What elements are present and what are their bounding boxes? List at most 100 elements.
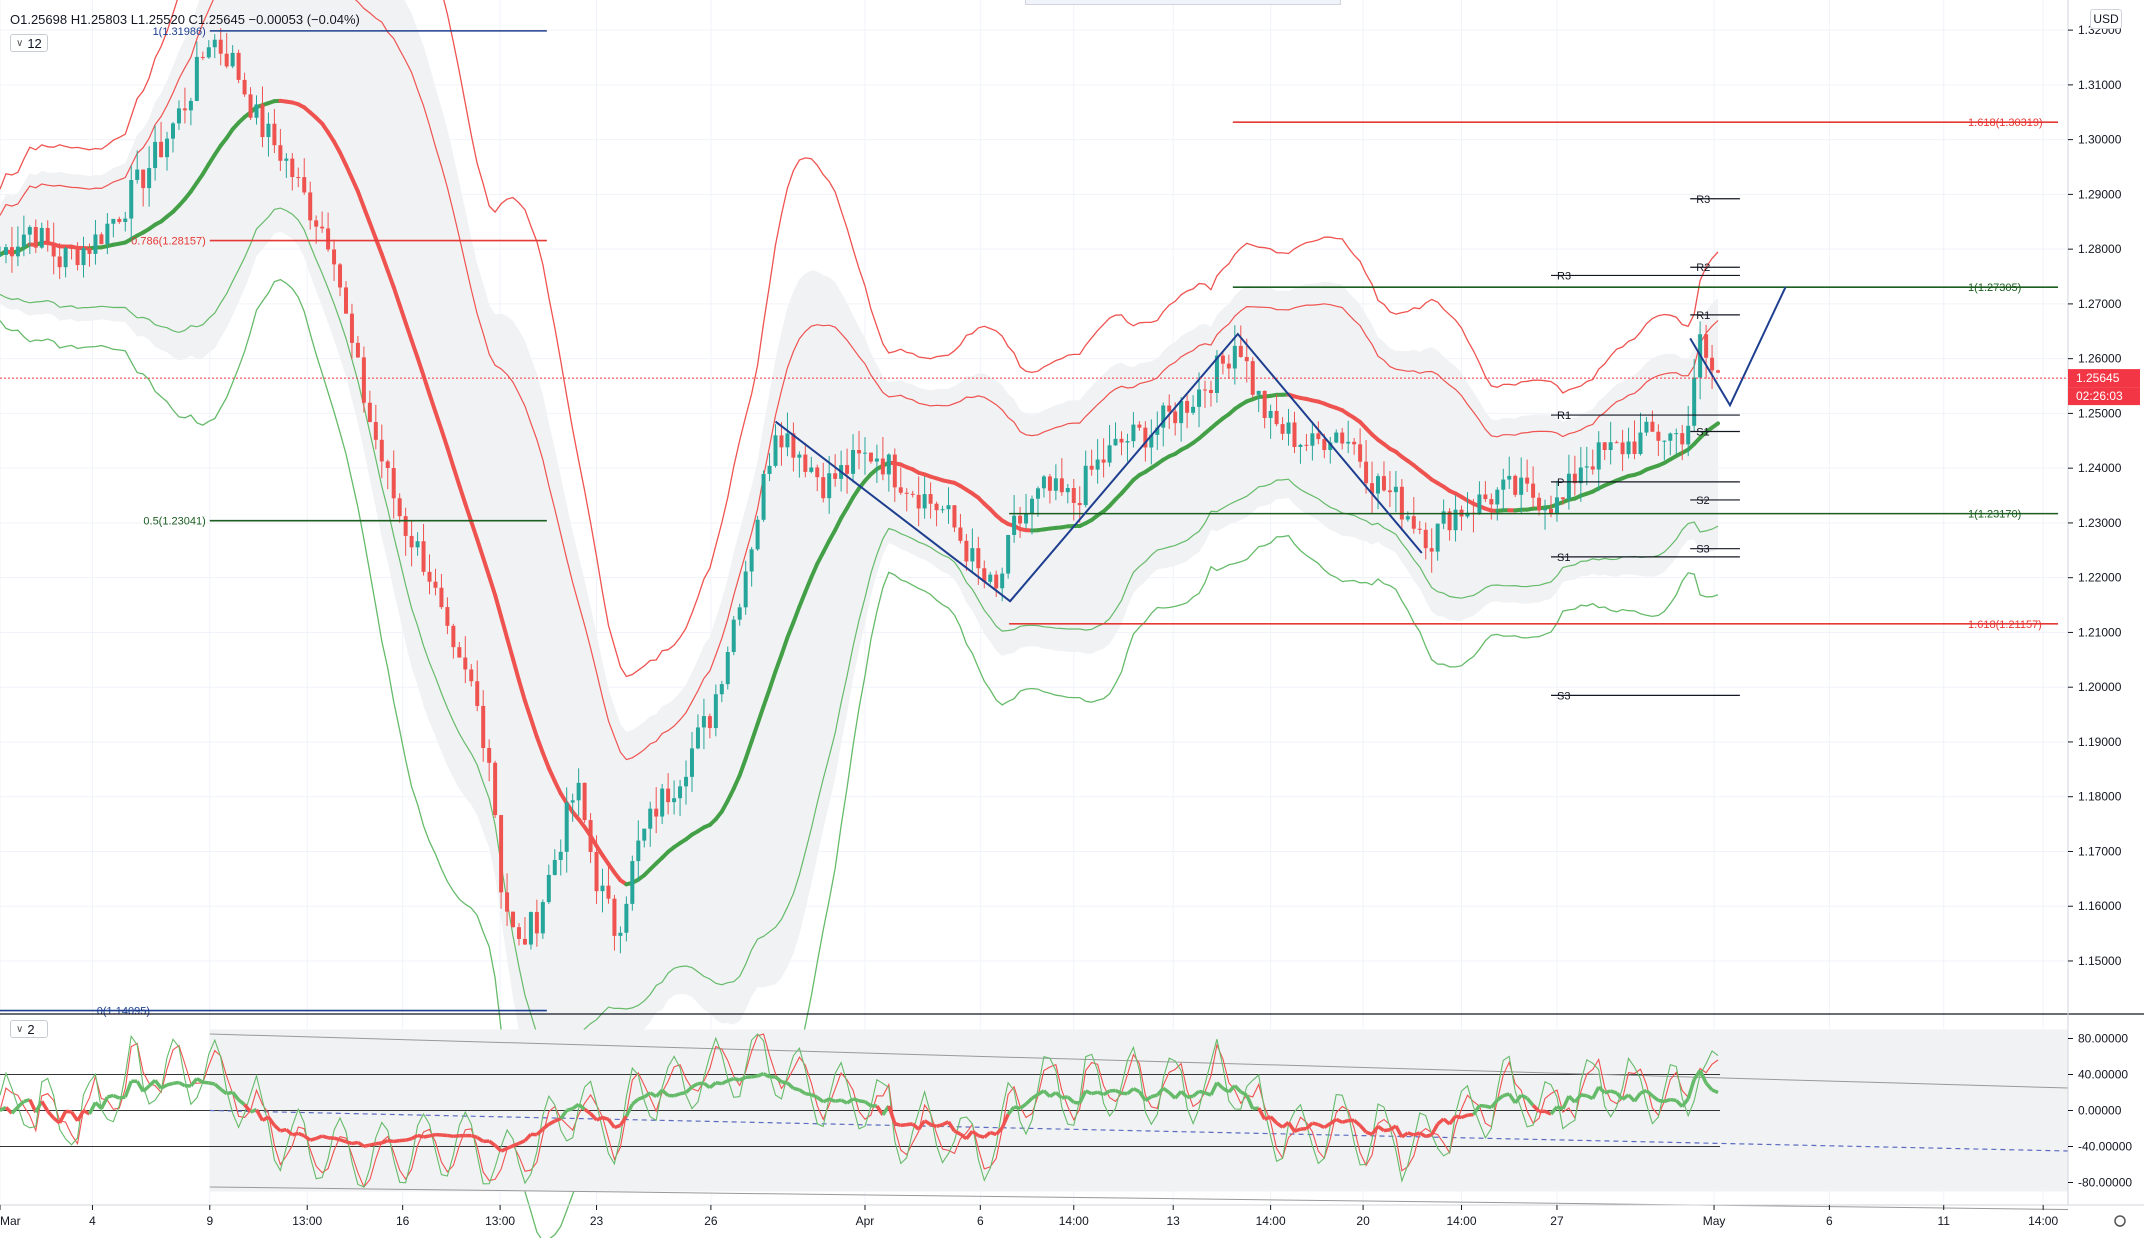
candle-body (666, 789, 670, 803)
candle-body (344, 287, 348, 313)
candle-body (1287, 422, 1291, 433)
candle-body (726, 652, 730, 684)
chart-canvas[interactable]: 1(1.31986)0.786(1.28157)0.5(1.23041)0(1.… (0, 0, 2144, 1238)
candle-body (678, 786, 682, 798)
candle-body (386, 461, 390, 468)
candle-body (493, 763, 497, 815)
pivot-label: R2 (1696, 262, 1710, 274)
osc-main-line (376, 1143, 382, 1144)
candle-body (738, 607, 742, 619)
candle-body (201, 57, 205, 58)
oscillator-legend-toggle[interactable]: ∨ 2 (10, 1020, 48, 1038)
fib-level-label: 1.618(1.21157) (1968, 619, 2042, 631)
candle-body (988, 575, 992, 582)
candle-body (684, 777, 688, 787)
candle-body (624, 904, 628, 933)
candle-body (1686, 426, 1690, 445)
time-tick-label: 14:00 (1447, 1214, 1477, 1228)
osc-main-line (1384, 1130, 1390, 1131)
candle-body (487, 748, 491, 763)
osc-main-line (501, 1148, 507, 1151)
trading-chart[interactable]: 1(1.31986)0.786(1.28157)0.5(1.23041)0(1.… (0, 0, 2144, 1238)
osc-main-line (1116, 1091, 1122, 1094)
candle-body (970, 548, 974, 561)
candle-body (935, 504, 939, 510)
osc-main-line (394, 1141, 400, 1142)
osc-main-line (322, 1136, 328, 1138)
osc-main-line (793, 1088, 799, 1089)
main-legend-toggle[interactable]: ∨ 12 (10, 34, 48, 52)
price-tick-label: 1.15000 (2078, 954, 2122, 968)
candle-body (1257, 391, 1261, 395)
time-tick-label: 6 (1826, 1214, 1833, 1228)
candle-body (702, 716, 706, 727)
osc-main-line (48, 1111, 54, 1118)
candle-body (1585, 466, 1589, 467)
candle-body (481, 706, 485, 748)
candle-body (416, 541, 420, 547)
candle-body (1119, 439, 1123, 443)
candle-body (153, 142, 157, 168)
candle-body (1137, 425, 1141, 428)
candle-body (511, 912, 515, 928)
price-tick-label: 1.20000 (2078, 680, 2122, 694)
candle-body (869, 453, 873, 462)
candle-body (302, 177, 306, 192)
price-tick-label: 1.17000 (2078, 844, 2122, 858)
candle-body (4, 247, 8, 255)
candle-body (1650, 422, 1654, 432)
osc-main-line (310, 1138, 316, 1140)
candle-body (553, 860, 557, 875)
settings-gear-icon[interactable] (2115, 1216, 2125, 1226)
candle-body (1507, 476, 1511, 480)
candle-body (1531, 484, 1535, 498)
candle-body (374, 422, 378, 440)
candle-body (1621, 442, 1625, 454)
candle-body (559, 852, 563, 860)
candle-body (278, 145, 282, 161)
candle-body (517, 927, 521, 939)
osc-main-line (107, 1095, 113, 1097)
pivot-label: R1 (1557, 410, 1571, 422)
candle-body (1018, 516, 1022, 524)
candle-body (1591, 466, 1595, 469)
chevron-down-icon: ∨ (16, 1024, 23, 1035)
candle-body (410, 536, 414, 547)
pivot-label: R3 (1696, 194, 1710, 206)
price-tick-label: 1.28000 (2078, 242, 2122, 256)
candle-body (404, 516, 408, 536)
candle-body (290, 159, 294, 177)
candle-body (630, 861, 634, 904)
candle-body (1644, 422, 1648, 433)
osc-main-line (113, 1095, 119, 1098)
candle-body (863, 453, 867, 454)
currency-button[interactable]: USD (2090, 9, 2122, 29)
candle-body (338, 264, 342, 287)
candle-body (1555, 497, 1559, 514)
candle-body (1525, 478, 1529, 484)
candle-body (243, 80, 247, 95)
candle-body (380, 440, 384, 462)
osc-main-line (143, 1086, 149, 1091)
candle-body (1609, 442, 1613, 450)
osc-main-line (382, 1141, 388, 1143)
osc-main-line (316, 1136, 322, 1138)
candle-body (350, 314, 354, 343)
candle-body (1042, 476, 1046, 488)
candle-body (1269, 411, 1273, 418)
candle-body (1489, 499, 1493, 504)
osc-main-line (298, 1133, 304, 1135)
candle-body (16, 247, 20, 257)
candle-body (499, 815, 503, 892)
time-tick-label: 13 (1167, 1214, 1181, 1228)
candle-body (159, 142, 163, 157)
candle-body (123, 219, 127, 222)
osc-main-line (1712, 1090, 1718, 1093)
osc-main-line (937, 1125, 943, 1127)
pivot-label: S3 (1696, 544, 1709, 556)
osc-main-line (1187, 1096, 1193, 1097)
top-panel-tab[interactable] (1025, 0, 1341, 5)
candle-body (1597, 442, 1601, 469)
osc-main-line (471, 1136, 477, 1138)
time-tick-label: 4 (89, 1214, 96, 1228)
